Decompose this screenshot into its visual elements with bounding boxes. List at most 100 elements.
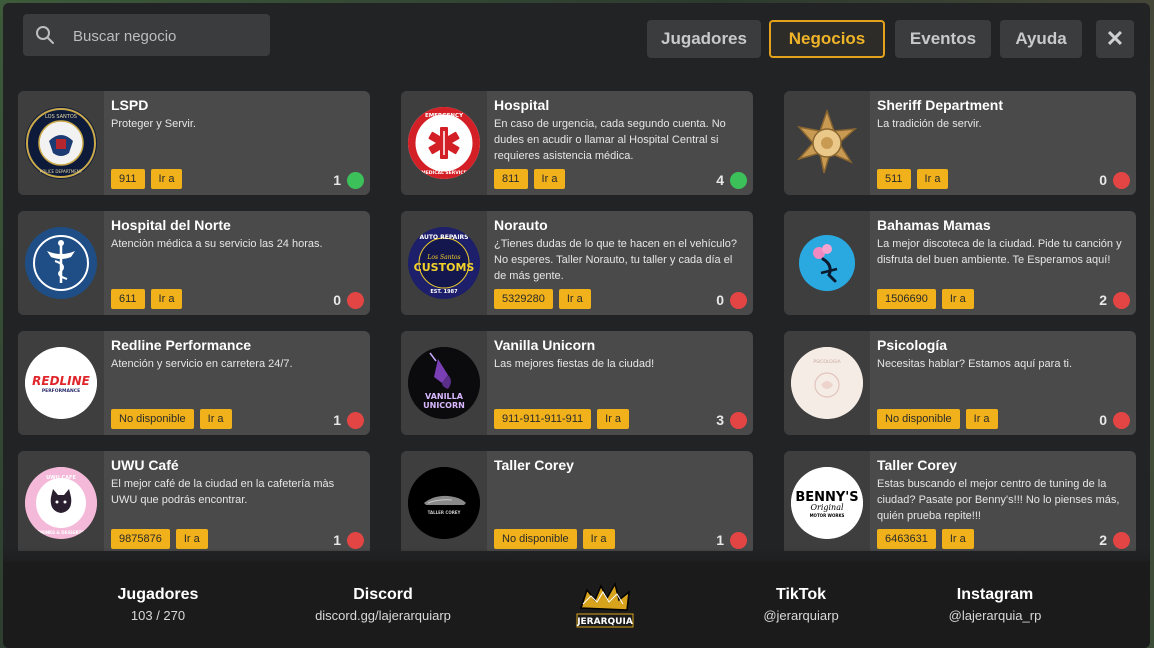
go-to-button[interactable]: Ir a <box>941 289 974 309</box>
phone-button[interactable]: 6463631 <box>877 529 936 549</box>
business-logo-frame: UWU CAFE DRINKS & DESSERTS <box>18 451 104 551</box>
tab-negocios[interactable]: Negocios <box>769 20 885 58</box>
business-actions: 9875876 Ir a <box>111 529 208 549</box>
business-status: 1 <box>716 531 747 549</box>
phone-button[interactable]: 811 <box>494 169 528 189</box>
business-name: Sheriff Department <box>877 97 1004 113</box>
business-description: Las mejores fiestas de la ciudad! <box>494 358 655 370</box>
close-button[interactable]: ✕ <box>1096 20 1134 58</box>
phone-button[interactable]: 9875876 <box>111 529 170 549</box>
go-to-button[interactable]: Ir a <box>533 169 566 189</box>
unicorn-text: UNICORN <box>423 401 465 410</box>
footer-tiktok-handle[interactable]: @jerarquiarp <box>691 608 911 623</box>
business-status: 2 <box>1099 291 1130 309</box>
business-description: Proteger y Servir. <box>111 118 196 130</box>
business-card: LOS SANTOS POLICE DEPARTMENT LSPD Proteg… <box>18 91 370 195</box>
go-to-button[interactable]: Ir a <box>582 529 615 549</box>
business-card: EMERGENCY MEDICAL SERVICE Hospital En ca… <box>401 91 753 195</box>
business-actions: 811 Ir a <box>494 169 566 189</box>
business-status: 0 <box>333 291 364 309</box>
footer-instagram[interactable]: Instagram @lajerarquia_rp <box>885 586 1105 623</box>
offline-status-dot <box>347 411 364 429</box>
tab-jugadores[interactable]: Jugadores <box>647 20 761 58</box>
offline-status-dot <box>1113 171 1130 189</box>
jerarquia-logo-icon: JERARQUIA <box>576 582 634 628</box>
vanilla-text: VANILLA <box>425 392 464 401</box>
footer-instagram-handle[interactable]: @lajerarquia_rp <box>885 608 1105 623</box>
vanilla-unicorn-icon: VANILLA UNICORN <box>408 347 480 419</box>
business-description: En caso de urgencia, cada segundo cuenta… <box>494 118 726 162</box>
business-actions: No disponible Ir a <box>111 409 232 429</box>
phone-button[interactable]: No disponible <box>111 409 194 429</box>
caduceus-icon <box>25 227 97 299</box>
business-actions: 6463631 Ir a <box>877 529 974 549</box>
uwu-cafe-cat-icon: UWU CAFE DRINKS & DESSERTS <box>25 467 97 539</box>
footer-logo-text: JERARQUIA <box>576 617 633 627</box>
footer-discord-link[interactable]: discord.gg/lajerarquiarp <box>273 608 493 623</box>
business-name: Taller Corey <box>494 457 574 473</box>
go-to-button[interactable]: Ir a <box>150 169 183 189</box>
top-bar: Jugadores Negocios Eventos Ayuda ✕ <box>3 3 1150 83</box>
search-icon <box>36 26 54 44</box>
search-input[interactable] <box>71 14 265 58</box>
tab-eventos[interactable]: Eventos <box>895 20 991 58</box>
go-to-button[interactable]: Ir a <box>597 409 630 429</box>
business-status: 0 <box>1099 171 1130 189</box>
business-actions: 5329280 Ir a <box>494 289 591 309</box>
footer-tiktok-title: TikTok <box>775 586 827 603</box>
auto-repairs-customs-icon: AUTO REPAIRS Los Santos CUSTOMS EST. 198… <box>408 227 480 299</box>
phone-button[interactable]: 911-911-911-911 <box>494 409 592 429</box>
go-to-button[interactable]: Ir a <box>941 529 974 549</box>
footer-discord[interactable]: Discord discord.gg/lajerarquiarp <box>273 586 493 623</box>
search-box[interactable] <box>23 14 270 58</box>
business-card: TALLER COREY Taller Corey No disponible … <box>401 451 753 551</box>
business-actions: No disponible Ir a <box>877 409 998 429</box>
footer-tiktok[interactable]: TikTok @jerarquiarp <box>691 586 911 623</box>
redline-sub-text: PERFORMANCE <box>42 388 80 394</box>
footer-players: Jugadores 103 / 270 <box>48 586 268 623</box>
psicologia-icon: PSICOLOGIA <box>791 347 863 419</box>
phone-button[interactable]: No disponible <box>494 529 577 549</box>
go-to-button[interactable]: Ir a <box>150 289 183 309</box>
business-name: Hospital del Norte <box>111 217 231 233</box>
psicologia-text: PSICOLOGIA <box>813 359 841 365</box>
norauto-main-text: CUSTOMS <box>414 261 475 274</box>
phone-button[interactable]: 611 <box>111 289 145 309</box>
emergency-medical-service-icon: EMERGENCY MEDICAL SERVICE <box>408 107 480 179</box>
go-to-button[interactable]: Ir a <box>558 289 591 309</box>
employee-count: 1 <box>333 412 341 428</box>
employee-count: 0 <box>1099 412 1107 428</box>
online-status-dot <box>347 171 364 189</box>
phone-button[interactable]: 511 <box>877 169 911 189</box>
bennys-original-text: Original <box>810 503 844 512</box>
go-to-button[interactable]: Ir a <box>199 409 232 429</box>
footer-instagram-title: Instagram <box>956 586 1034 603</box>
business-card: BENNY'S Original MOTOR WORKS Taller Core… <box>784 451 1136 551</box>
business-logo-frame: LOS SANTOS POLICE DEPARTMENT <box>18 91 104 195</box>
phone-button[interactable]: 1506690 <box>877 289 936 309</box>
sheriff-star-icon <box>791 107 863 179</box>
business-name: Taller Corey <box>877 457 957 473</box>
phone-button[interactable]: 911 <box>111 169 145 189</box>
phone-button[interactable]: 5329280 <box>494 289 553 309</box>
go-to-button[interactable]: Ir a <box>175 529 208 549</box>
business-logo-frame: PSICOLOGIA <box>784 331 870 435</box>
offline-status-dot <box>347 531 364 549</box>
business-logo-frame: TALLER COREY <box>401 451 487 551</box>
go-to-button[interactable]: Ir a <box>916 169 949 189</box>
norauto-top-text: AUTO REPAIRS <box>420 234 469 241</box>
business-name: Hospital <box>494 97 550 113</box>
business-logo-frame <box>784 211 870 315</box>
hospital-bottom-text: MEDICAL SERVICE <box>421 170 467 176</box>
corey-text: TALLER COREY <box>428 510 461 515</box>
employee-count: 1 <box>333 172 341 188</box>
business-actions: No disponible Ir a <box>494 529 615 549</box>
business-name: UWU Café <box>111 457 179 473</box>
business-status: 3 <box>716 411 747 429</box>
business-name: Psicología <box>877 337 948 353</box>
phone-button[interactable]: No disponible <box>877 409 960 429</box>
go-to-button[interactable]: Ir a <box>965 409 998 429</box>
business-description: Necesitas hablar? Estamos aquí para ti. <box>877 358 1073 370</box>
tab-ayuda[interactable]: Ayuda <box>1000 20 1082 58</box>
business-status: 1 <box>333 171 364 189</box>
